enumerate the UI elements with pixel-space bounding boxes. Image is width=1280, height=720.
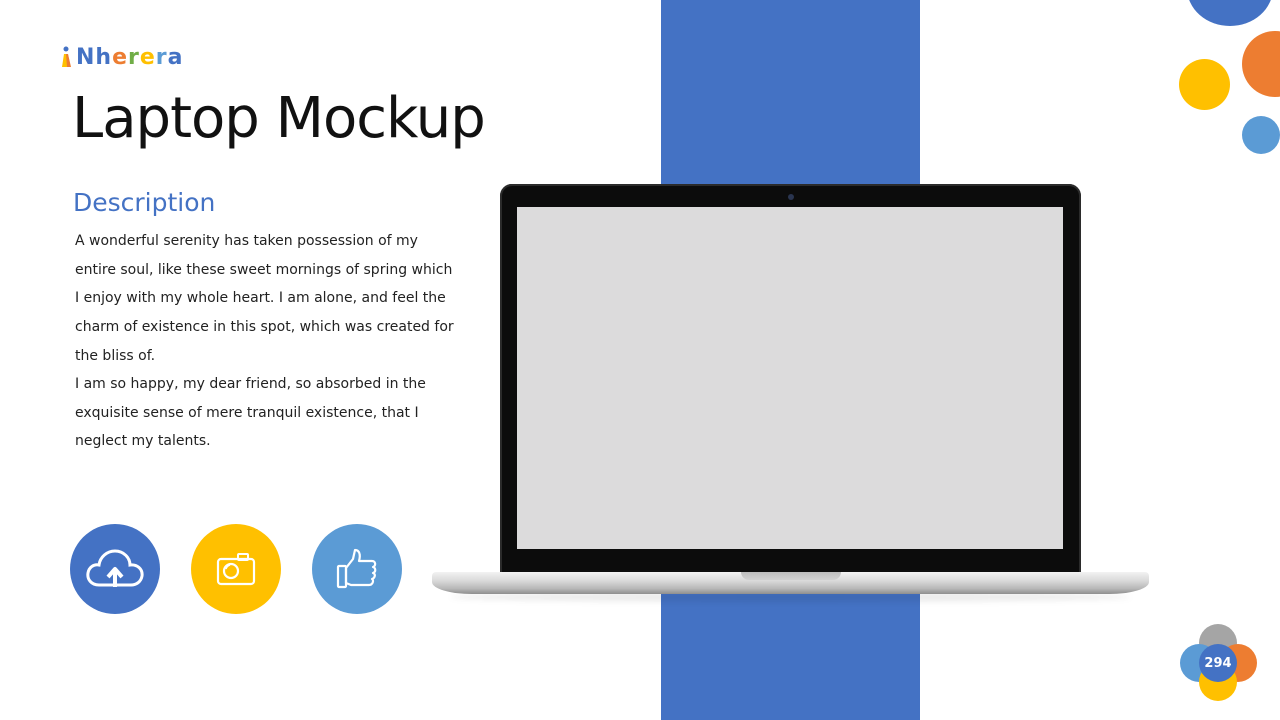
logo-letter: a (167, 44, 184, 70)
page-number: 294 (1199, 644, 1237, 682)
logo-letter: r (155, 44, 168, 70)
description-paragraph-2: I am so happy, my dear friend, so absorb… (75, 376, 426, 450)
cloud-upload-icon (86, 549, 144, 587)
camera-button[interactable] (191, 524, 281, 614)
description-paragraph-1: A wonderful serenity has taken possessio… (75, 233, 454, 364)
logo-letter: e (112, 44, 129, 70)
section-heading: Description (73, 188, 216, 217)
accent-band-top (661, 0, 920, 184)
decor-circle-lightblue (1242, 116, 1280, 154)
decor-circle-yellow (1179, 59, 1230, 110)
thumbs-up-button[interactable] (312, 524, 402, 614)
laptop-screen-placeholder[interactable] (517, 207, 1063, 549)
decor-circle-blue-top (1187, 0, 1273, 26)
webcam-icon (788, 194, 794, 200)
accent-band-bottom (661, 594, 920, 720)
logo-letter: e (139, 44, 156, 70)
logo-letter: r (128, 44, 140, 70)
cloud-upload-button[interactable] (70, 524, 160, 614)
logo-letter: h (95, 44, 113, 70)
decor-circle-orange (1242, 31, 1280, 97)
thumbs-up-icon (336, 548, 377, 589)
logo-wordmark: Nherera (76, 45, 184, 70)
laptop-base-notch (741, 572, 841, 580)
logo-figure-icon (60, 46, 74, 68)
brand-logo: Nherera (60, 44, 184, 70)
logo-letter: N (76, 44, 96, 70)
camera-icon (216, 553, 256, 586)
page-title: Laptop Mockup (72, 86, 486, 151)
